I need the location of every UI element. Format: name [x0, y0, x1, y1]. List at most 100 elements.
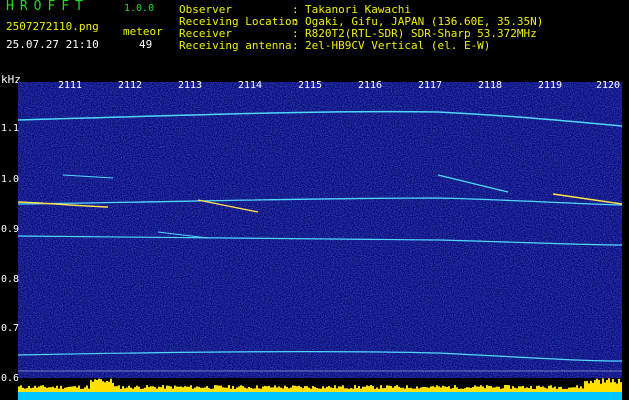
- level-peak: [218, 385, 220, 392]
- level-peak: [318, 388, 320, 392]
- level-peak: [312, 385, 314, 392]
- level-peak: [488, 385, 490, 392]
- level-peak: [276, 387, 278, 392]
- level-peak: [42, 385, 44, 392]
- level-peak: [494, 387, 496, 392]
- level-peak: [110, 378, 112, 392]
- level-peak: [272, 387, 274, 392]
- level-peak: [506, 385, 508, 392]
- level-peak: [594, 380, 596, 392]
- level-peak: [486, 385, 488, 392]
- level-peak: [576, 385, 578, 392]
- level-peak: [230, 388, 232, 392]
- level-peak: [474, 385, 476, 392]
- level-peak: [56, 385, 58, 392]
- level-peak: [482, 386, 484, 392]
- level-peak: [550, 385, 552, 392]
- level-peak: [542, 386, 544, 392]
- level-peak: [586, 381, 588, 392]
- level-peak: [372, 386, 374, 392]
- x-tick-label: 2118: [478, 80, 503, 91]
- level-peak: [492, 387, 494, 392]
- level-peak: [50, 387, 52, 392]
- level-peak: [590, 380, 592, 392]
- level-peak: [534, 388, 536, 392]
- level-peak: [612, 379, 614, 392]
- level-peak: [436, 385, 438, 392]
- level-peak: [102, 381, 104, 392]
- level-peak: [418, 388, 420, 392]
- level-peak: [270, 387, 272, 392]
- x-tick-label: 2120: [596, 80, 621, 91]
- level-peak: [600, 383, 602, 392]
- signal-level-bar: [18, 378, 622, 400]
- level-peak: [98, 378, 100, 392]
- level-peak: [250, 387, 252, 392]
- level-peak: [82, 388, 84, 392]
- level-peak: [406, 385, 408, 392]
- level-peak: [58, 388, 60, 392]
- level-peak: [400, 387, 402, 392]
- level-peak: [120, 388, 122, 392]
- level-peak: [480, 385, 482, 392]
- level-peak: [106, 380, 108, 392]
- level-peak: [460, 388, 462, 392]
- level-peak: [572, 387, 574, 392]
- level-peak: [224, 387, 226, 392]
- x-tick-label: 2116: [358, 80, 383, 91]
- level-peak: [422, 386, 424, 392]
- level-peak: [564, 388, 566, 392]
- level-peak: [446, 386, 448, 392]
- level-peak: [78, 385, 80, 392]
- level-peak: [592, 382, 594, 392]
- level-peak: [168, 385, 170, 392]
- level-peak: [462, 388, 464, 392]
- level-peak: [416, 386, 418, 392]
- level-peak: [290, 387, 292, 392]
- level-peak: [516, 388, 518, 392]
- level-peak: [520, 386, 522, 392]
- level-peak: [220, 385, 222, 392]
- level-peak: [238, 386, 240, 392]
- level-peak: [116, 386, 118, 392]
- level-peak: [68, 386, 70, 392]
- y-tick-label: 1.1: [1, 123, 20, 134]
- level-peak: [548, 385, 550, 392]
- level-peak: [296, 386, 298, 392]
- level-peak: [310, 388, 312, 392]
- level-peak: [114, 386, 116, 392]
- level-peak: [308, 387, 310, 392]
- y-tick-label: 0.8: [1, 274, 20, 285]
- level-peak: [508, 385, 510, 392]
- level-peak: [388, 385, 390, 392]
- level-peak: [28, 385, 30, 392]
- x-tick-label: 2119: [538, 80, 563, 91]
- level-peak: [552, 387, 554, 392]
- level-peak: [350, 388, 352, 392]
- level-peak: [380, 385, 382, 392]
- app-title: HROFFT: [6, 0, 89, 14]
- level-peak: [410, 387, 412, 392]
- level-peak: [478, 386, 480, 392]
- level-peak: [490, 386, 492, 392]
- spectrogram-plot: [18, 82, 622, 392]
- level-peak: [404, 388, 406, 392]
- level-peak: [306, 386, 308, 392]
- level-peak: [332, 388, 334, 392]
- level-peak: [46, 387, 48, 392]
- level-peak: [22, 387, 24, 392]
- level-peak: [412, 388, 414, 392]
- level-peak: [260, 388, 262, 392]
- level-peak: [582, 388, 584, 392]
- level-peak: [456, 387, 458, 392]
- level-peak: [470, 387, 472, 392]
- level-peak: [450, 388, 452, 392]
- level-peak: [342, 385, 344, 392]
- level-peak: [322, 386, 324, 392]
- level-peak: [254, 388, 256, 392]
- level-peak: [268, 385, 270, 392]
- level-peak: [282, 388, 284, 392]
- level-peak: [320, 388, 322, 392]
- level-peak: [448, 386, 450, 392]
- level-peak: [156, 388, 158, 392]
